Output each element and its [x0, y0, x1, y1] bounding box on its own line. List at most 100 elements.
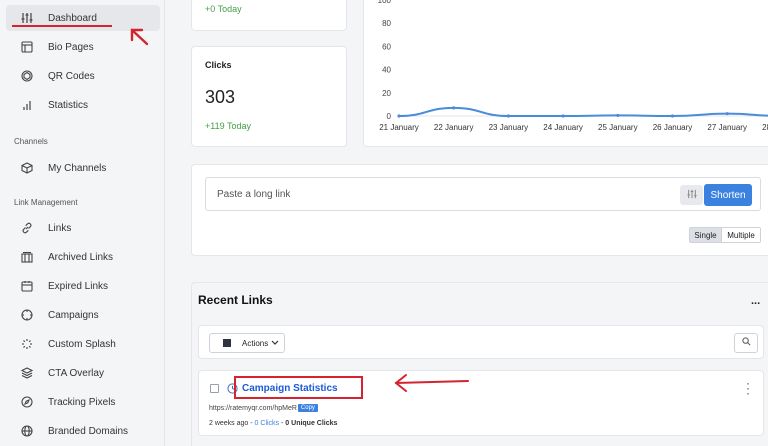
x-tick-label: 24 January [543, 123, 583, 132]
sidebar-item-qr-codes[interactable]: QR Codes [6, 63, 160, 89]
data-point[interactable] [725, 112, 729, 116]
chart-card: 0 20 40 60 80 100 21 January 22 January 23 Janua… [363, 0, 768, 147]
link-icon [20, 221, 34, 235]
actions-label: Actions [242, 338, 269, 348]
data-point[interactable] [397, 114, 401, 118]
more-options-icon[interactable]: ... [751, 295, 760, 307]
search-button[interactable] [734, 333, 758, 353]
loader-icon [20, 337, 34, 351]
y-tick-label: 100 [378, 0, 392, 5]
sidebar-item-label: Statistics [48, 99, 89, 111]
link-kebab-menu-icon[interactable]: · · · [746, 377, 750, 399]
shortener-card: Paste a long link Shorten Single Multipl… [191, 164, 768, 256]
x-tick-label: 22 January [434, 123, 474, 132]
y-tick-label: 80 [382, 19, 391, 28]
link-unique-clicks: 0 Unique Clicks [285, 420, 338, 427]
recent-links-section: Recent Links ... Actions Campaign Statis… [191, 282, 768, 446]
x-tick-label: 28 January [762, 123, 768, 132]
aperture-icon [20, 69, 34, 83]
y-tick-label: 20 [382, 89, 391, 98]
sidebar-item-label: My Channels [48, 162, 107, 174]
link-stats: 2 weeks ago - 0 Clicks - 0 Unique Clicks [209, 420, 337, 427]
sidebar-item-label: Campaigns [48, 309, 99, 321]
clicks-card: Clicks 303 +119 Today [191, 46, 347, 147]
sidebar-item-my-channels[interactable]: My Channels [6, 155, 160, 181]
shorten-button[interactable]: Shorten [704, 184, 752, 206]
link-clicks[interactable]: 0 Clicks [255, 420, 280, 427]
sidebar-item-archived-links[interactable]: Archived Links [6, 244, 160, 270]
x-tick-label: 25 January [598, 123, 638, 132]
y-tick-label: 0 [387, 112, 392, 121]
data-point[interactable] [561, 114, 565, 118]
link-time: 2 weeks ago [209, 420, 249, 427]
layout-icon [20, 40, 34, 54]
stat-today-top: +0 Today [205, 4, 242, 14]
section-title-channels: Channels [14, 137, 48, 146]
long-link-placeholder: Paste a long link [217, 189, 291, 200]
sidebar-item-label: Archived Links [48, 251, 114, 263]
sidebar: Dashboard Bio Pages QR Codes Statistics … [0, 0, 165, 446]
archive-icon [20, 250, 34, 264]
x-tick-label: 26 January [653, 123, 693, 132]
sidebar-item-custom-splash[interactable]: Custom Splash [6, 331, 160, 357]
sidebar-item-tracking-pixels[interactable]: Tracking Pixels [6, 389, 160, 415]
sidebar-item-label: Tracking Pixels [48, 396, 116, 408]
stat-card-top: +0 Today [191, 0, 347, 31]
clicks-label: Clicks [205, 60, 232, 70]
sidebar-item-branded-domains[interactable]: Branded Domains [6, 418, 160, 444]
sidebar-item-cta-overlay[interactable]: CTA Overlay [6, 360, 160, 386]
compass-icon [20, 395, 34, 409]
clicks-line-chart: 0 20 40 60 80 100 21 January 22 January 23 Janua… [378, 0, 768, 132]
sidebar-item-links[interactable]: Links [6, 215, 160, 241]
multiple-toggle[interactable]: Multiple [721, 227, 761, 243]
sidebar-item-label: Links [48, 222, 72, 234]
globe-icon [20, 424, 34, 438]
actions-dropdown[interactable]: Actions [209, 333, 285, 353]
short-url[interactable]: https://ratemyqr.com/hpMeR [209, 405, 297, 412]
sidebar-item-label: QR Codes [48, 70, 95, 82]
calendar-icon [20, 279, 34, 293]
layers-icon [20, 366, 34, 380]
copy-button[interactable]: Copy [297, 404, 318, 412]
x-tick-label: 23 January [489, 123, 529, 132]
single-toggle[interactable]: Single [689, 227, 722, 243]
data-point[interactable] [670, 114, 675, 118]
sidebar-item-expired-links[interactable]: Expired Links [6, 273, 160, 299]
sidebar-item-label: Branded Domains [48, 425, 129, 437]
short-url-line: https://ratemyqr.com/hpMeR Copy [209, 404, 318, 412]
sidebar-item-label: Bio Pages [48, 41, 94, 53]
sliders-icon [686, 189, 697, 202]
recent-links-toolbar: Actions [198, 325, 764, 359]
bar-chart-icon [20, 98, 34, 112]
crosshair-icon [20, 308, 34, 322]
search-icon [741, 337, 751, 349]
x-tick-label: 21 January [379, 123, 419, 132]
sidebar-item-label: Expired Links [48, 280, 109, 292]
annotation-arrow-left-icon [392, 373, 472, 396]
options-button[interactable] [680, 185, 703, 205]
link-checkbox[interactable] [210, 384, 219, 393]
y-tick-label: 60 [382, 42, 391, 51]
y-tick-label: 40 [382, 66, 391, 75]
box-icon [20, 161, 34, 175]
sidebar-item-label: Custom Splash [48, 338, 116, 350]
data-point[interactable] [452, 106, 456, 110]
annotation-arrow-icon [128, 27, 150, 50]
annotation-highlight-box [234, 376, 363, 399]
sidebar-item-label: Dashboard [48, 12, 97, 24]
sidebar-item-statistics[interactable]: Statistics [6, 92, 160, 118]
select-all-checkbox[interactable] [223, 339, 231, 347]
data-point[interactable] [506, 114, 510, 118]
long-link-input[interactable]: Paste a long link Shorten [205, 177, 761, 211]
section-title-link-management: Link Management [14, 198, 78, 207]
sliders-icon [20, 11, 34, 25]
sidebar-item-campaigns[interactable]: Campaigns [6, 302, 160, 328]
chevron-down-icon [271, 338, 279, 349]
recent-links-title: Recent Links [198, 293, 273, 307]
sidebar-item-label: CTA Overlay [48, 367, 104, 379]
data-point[interactable] [616, 113, 620, 118]
x-tick-label: 27 January [707, 123, 747, 132]
annotation-underline [12, 25, 112, 27]
clicks-today: +119 Today [205, 121, 251, 131]
clicks-value: 303 [205, 87, 236, 107]
